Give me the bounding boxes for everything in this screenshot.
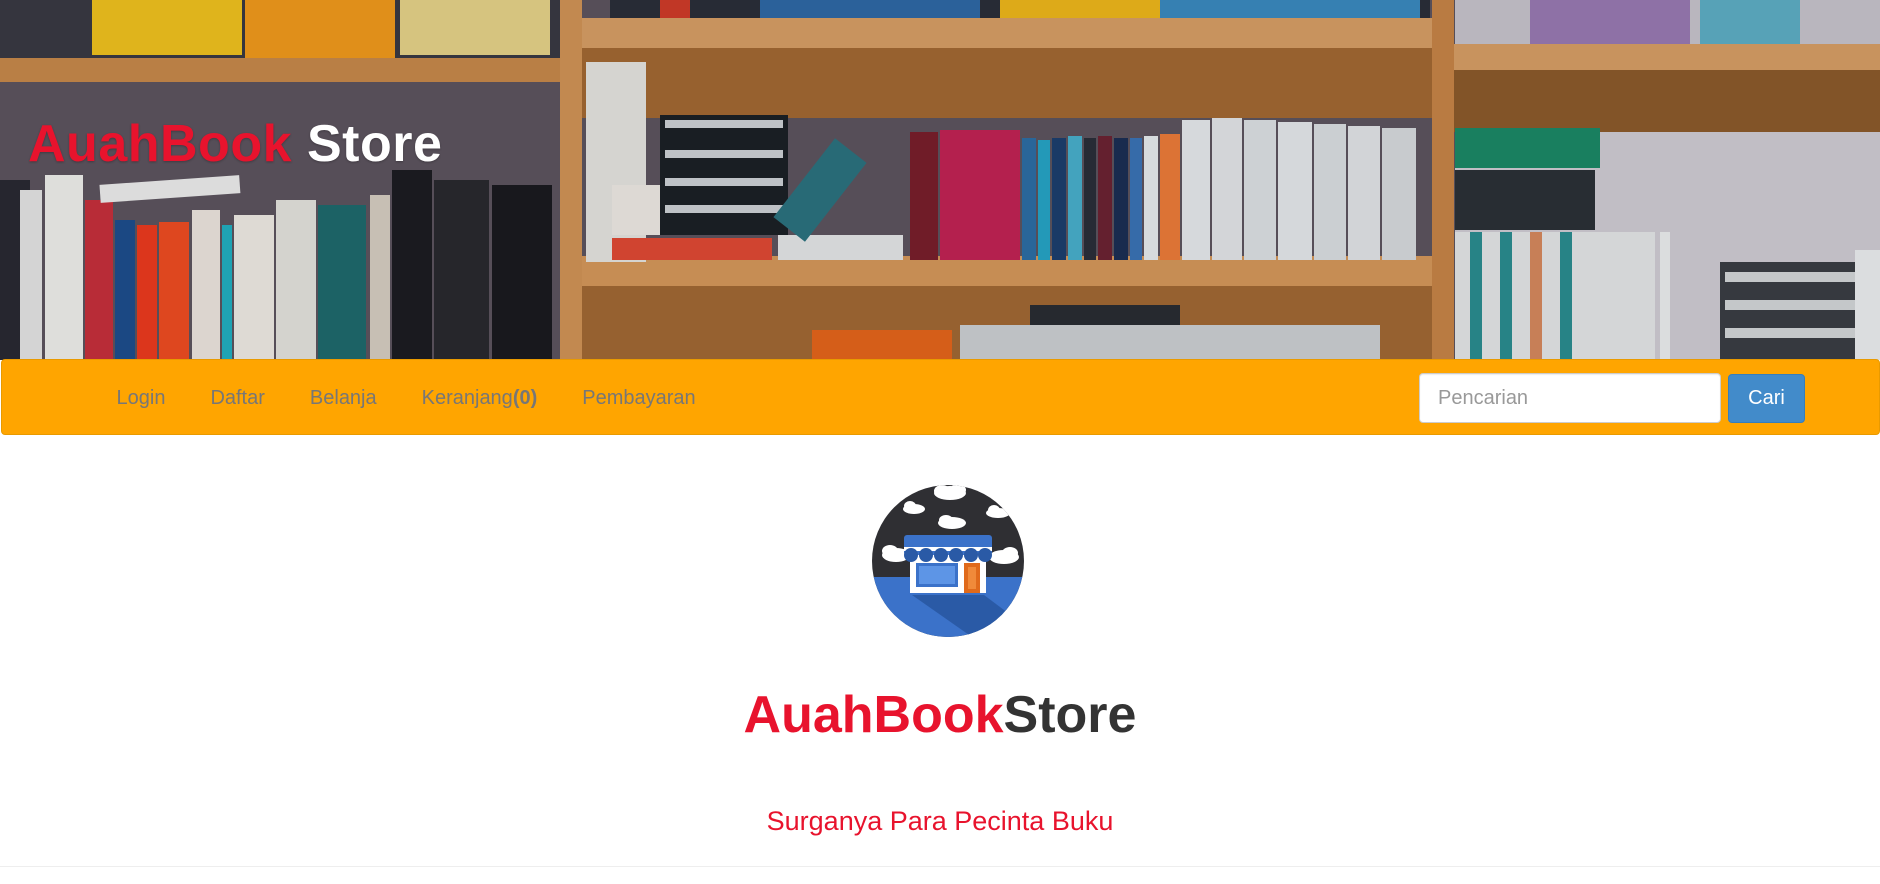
hero-title-part1: AuahBook (743, 686, 1004, 744)
search-button[interactable]: Cari (1728, 373, 1805, 423)
nav-link-keranjang[interactable]: Keranjang(0) (399, 387, 560, 410)
hero-title-part2: Store (1003, 686, 1137, 744)
bookshelf-background-image (0, 0, 1880, 360)
nav-link-belanja[interactable]: Belanja (287, 387, 399, 410)
nav-link-login[interactable]: Login (94, 387, 188, 410)
brand-name-part2: Store (292, 115, 443, 173)
section-divider (0, 866, 1880, 867)
cart-label: Keranjang (421, 386, 513, 409)
search-input[interactable] (1419, 373, 1721, 423)
header-banner: AuahBook Store (0, 0, 1880, 360)
hero-title: AuahBookStore (0, 685, 1880, 745)
nav-link-daftar[interactable]: Daftar (188, 387, 287, 410)
nav-link-pembayaran[interactable]: Pembayaran (560, 387, 718, 410)
search-form: Cari (1419, 373, 1805, 423)
main-navbar: Login Daftar Belanja Keranjang(0) Pembay… (1, 359, 1880, 435)
store-icon (872, 485, 1024, 637)
hero-section: AuahBookStore Surganya Para Pecinta Buku (0, 435, 1880, 884)
hero-tagline: Surganya Para Pecinta Buku (766, 806, 1114, 836)
site-brand-logo[interactable]: AuahBook Store (28, 114, 442, 174)
cart-count-badge: (0) (512, 386, 538, 409)
brand-name-part1: AuahBook (28, 115, 292, 173)
nav-links: Login Daftar Belanja Keranjang(0) Pembay… (94, 360, 718, 436)
